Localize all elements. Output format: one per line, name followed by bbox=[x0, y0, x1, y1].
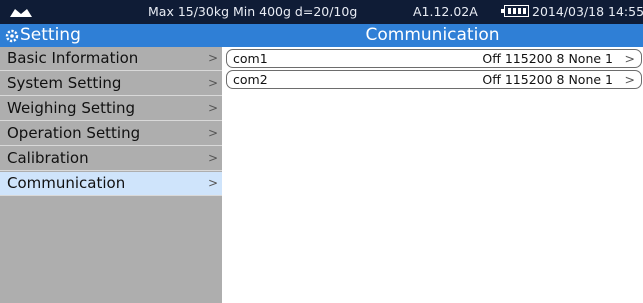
date-time: 2014/03/18 14:55 bbox=[532, 4, 643, 19]
chevron-right-icon: > bbox=[208, 176, 219, 190]
port-settings: Off 115200 8 None 1 bbox=[482, 51, 613, 66]
sidebar-item-label: Operation Setting bbox=[7, 124, 141, 142]
firmware-version: A1.12.02A bbox=[413, 4, 478, 19]
chevron-right-icon: > bbox=[208, 51, 219, 65]
chevron-right-icon: > bbox=[624, 72, 635, 87]
com1-row[interactable]: com1 Off 115200 8 None 1 > bbox=[226, 49, 642, 68]
chevron-right-icon: > bbox=[208, 151, 219, 165]
sidebar-item-label: Weighing Setting bbox=[7, 99, 136, 117]
sidebar-item-system-setting[interactable]: System Setting > bbox=[0, 72, 222, 96]
brand-logo-icon bbox=[10, 9, 32, 17]
com2-row[interactable]: com2 Off 115200 8 None 1 > bbox=[226, 70, 642, 89]
chevron-right-icon: > bbox=[208, 76, 219, 90]
port-settings: Off 115200 8 None 1 bbox=[482, 72, 613, 87]
sidebar-item-basic-information[interactable]: Basic Information > bbox=[0, 47, 222, 71]
sidebar-item-calibration[interactable]: Calibration > bbox=[0, 147, 222, 171]
sidebar-item-label: Basic Information bbox=[7, 49, 139, 67]
chevron-right-icon: > bbox=[208, 126, 219, 140]
gear-icon bbox=[5, 29, 19, 43]
sidebar-title-label: Setting bbox=[20, 25, 81, 45]
capacity-spec: Max 15/30kg Min 400g d=20/10g bbox=[148, 4, 358, 19]
chevron-right-icon: > bbox=[624, 51, 635, 66]
settings-sidebar: Setting Basic Information > System Setti… bbox=[0, 24, 222, 303]
chevron-right-icon: > bbox=[208, 101, 219, 115]
battery-icon bbox=[501, 5, 529, 17]
page-title: Communication bbox=[222, 24, 643, 47]
sidebar-title: Setting bbox=[0, 24, 222, 47]
sidebar-item-communication[interactable]: Communication > bbox=[0, 172, 222, 196]
status-bar: Max 15/30kg Min 400g d=20/10g A1.12.02A … bbox=[0, 0, 643, 24]
communication-panel: Communication com1 Off 115200 8 None 1 >… bbox=[222, 24, 643, 303]
sidebar-item-weighing-setting[interactable]: Weighing Setting > bbox=[0, 97, 222, 121]
sidebar-item-label: Calibration bbox=[7, 149, 89, 167]
sidebar-item-label: System Setting bbox=[7, 74, 122, 92]
sidebar-item-operation-setting[interactable]: Operation Setting > bbox=[0, 122, 222, 146]
port-name: com1 bbox=[233, 51, 268, 66]
port-name: com2 bbox=[233, 72, 268, 87]
sidebar-item-label: Communication bbox=[7, 174, 126, 192]
